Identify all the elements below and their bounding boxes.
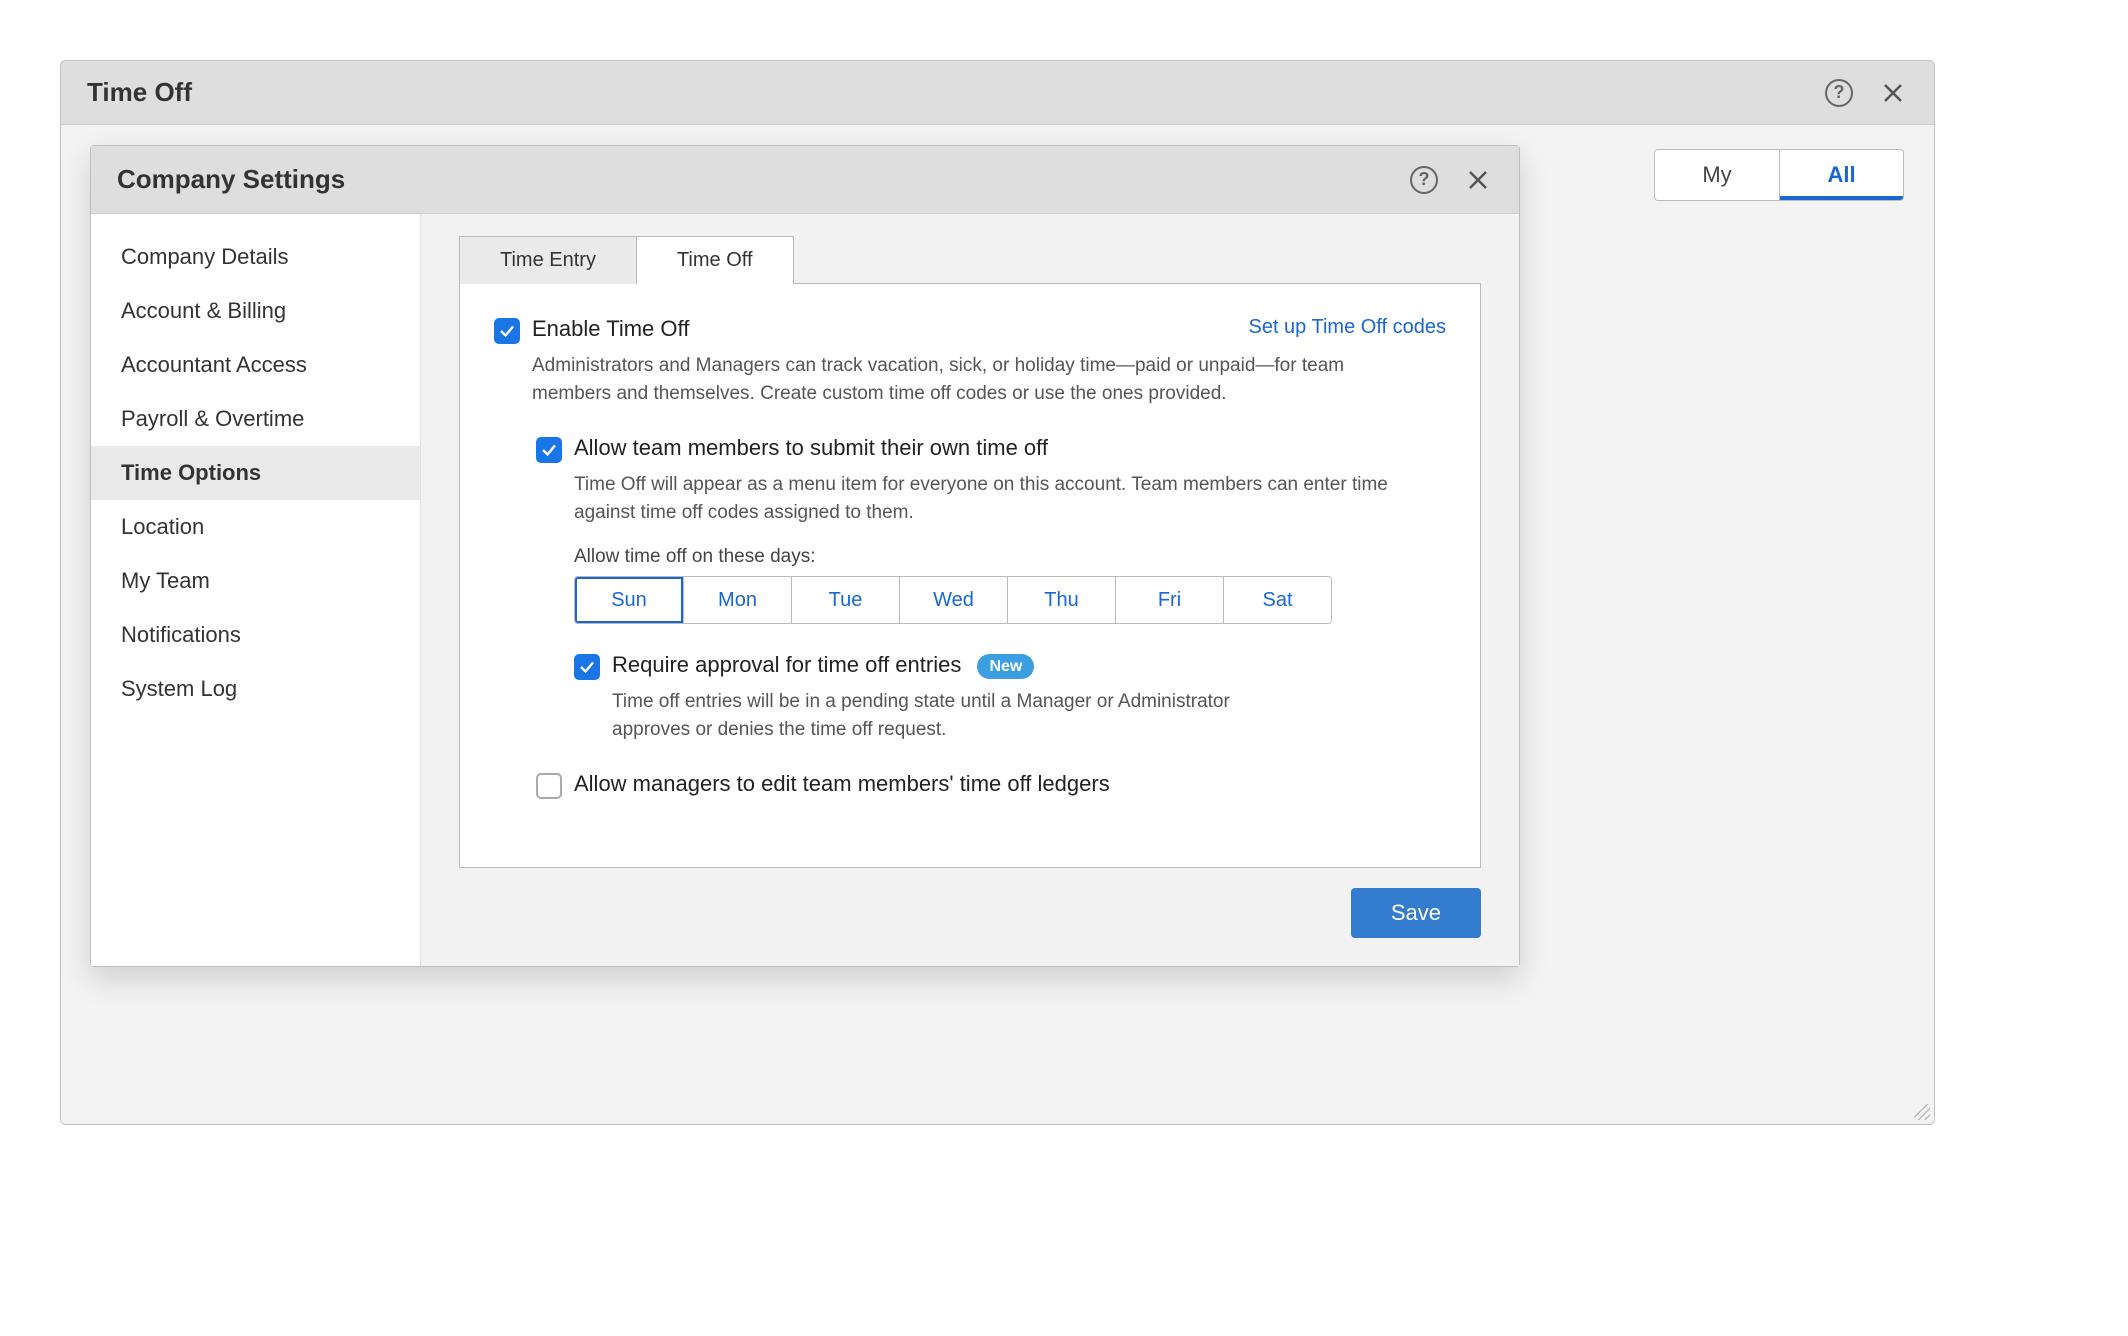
enable-time-off-label: Enable Time Off: [532, 316, 689, 342]
allow-submit-desc: Time Off will appear as a menu item for …: [574, 471, 1394, 526]
close-dialog-button[interactable]: [1463, 165, 1493, 195]
time-tabs: Time Entry Time Off: [459, 236, 1481, 284]
save-button[interactable]: Save: [1351, 888, 1481, 938]
require-approval-label: Require approval for time off entries Ne…: [612, 652, 1034, 678]
allow-manager-edit-label: Allow managers to edit team members' tim…: [574, 771, 1110, 797]
enable-time-off-checkbox[interactable]: [494, 318, 520, 344]
allow-submit-label: Allow team members to submit their own t…: [574, 435, 1048, 461]
outer-title: Time Off: [87, 77, 192, 108]
sidebar-item-notifications[interactable]: Notifications: [91, 608, 420, 662]
sidebar-item-payroll-overtime[interactable]: Payroll & Overtime: [91, 392, 420, 446]
settings-content: Time Entry Time Off: [421, 214, 1519, 966]
day-sat[interactable]: Sat: [1223, 577, 1331, 623]
setup-time-off-codes-link[interactable]: Set up Time Off codes: [1248, 316, 1446, 339]
day-thu[interactable]: Thu: [1007, 577, 1115, 623]
outer-header: Time Off ?: [61, 61, 1934, 124]
allow-manager-edit-checkbox[interactable]: [536, 773, 562, 799]
help-icon[interactable]: ?: [1409, 165, 1439, 195]
view-toggle-my[interactable]: My: [1655, 150, 1779, 200]
view-toggle-all[interactable]: All: [1779, 150, 1903, 200]
new-badge: New: [977, 654, 1034, 679]
dialog-title: Company Settings: [117, 164, 345, 195]
sidebar-item-accountant-access[interactable]: Accountant Access: [91, 338, 420, 392]
day-picker: Sun Mon Tue Wed Thu Fri Sat: [574, 576, 1332, 624]
allow-submit-checkbox[interactable]: [536, 437, 562, 463]
day-tue[interactable]: Tue: [791, 577, 899, 623]
view-toggle: My All: [1654, 149, 1904, 201]
sidebar-item-location[interactable]: Location: [91, 500, 420, 554]
require-approval-text: Require approval for time off entries: [612, 652, 961, 677]
dialog-header: Company Settings ?: [91, 146, 1519, 214]
close-outer-button[interactable]: [1878, 78, 1908, 108]
tab-time-off[interactable]: Time Off: [636, 236, 794, 284]
day-fri[interactable]: Fri: [1115, 577, 1223, 623]
require-approval-checkbox[interactable]: [574, 654, 600, 680]
company-settings-dialog: Company Settings ? Company Details Accou…: [90, 145, 1520, 967]
allow-days-label: Allow time off on these days:: [574, 546, 1446, 568]
sidebar-item-time-options[interactable]: Time Options: [91, 446, 420, 500]
tab-time-entry[interactable]: Time Entry: [459, 236, 637, 284]
resize-grip-icon[interactable]: [1914, 1104, 1930, 1120]
help-icon[interactable]: ?: [1824, 78, 1854, 108]
day-wed[interactable]: Wed: [899, 577, 1007, 623]
enable-time-off-desc: Administrators and Managers can track va…: [532, 352, 1352, 407]
sidebar-item-account-billing[interactable]: Account & Billing: [91, 284, 420, 338]
sidebar-item-company-details[interactable]: Company Details: [91, 230, 420, 284]
outer-window: Time Off ? My All Company Settings: [60, 60, 1935, 1125]
day-mon[interactable]: Mon: [683, 577, 791, 623]
require-approval-desc: Time off entries will be in a pending st…: [612, 688, 1252, 743]
sidebar-item-system-log[interactable]: System Log: [91, 662, 420, 716]
day-sun[interactable]: Sun: [575, 577, 683, 623]
time-off-panel: Enable Time Off Set up Time Off codes Ad…: [459, 283, 1481, 868]
sidebar-item-my-team[interactable]: My Team: [91, 554, 420, 608]
settings-sidebar: Company Details Account & Billing Accoun…: [91, 214, 421, 966]
outer-body: My All Company Settings ?: [61, 124, 1934, 1124]
